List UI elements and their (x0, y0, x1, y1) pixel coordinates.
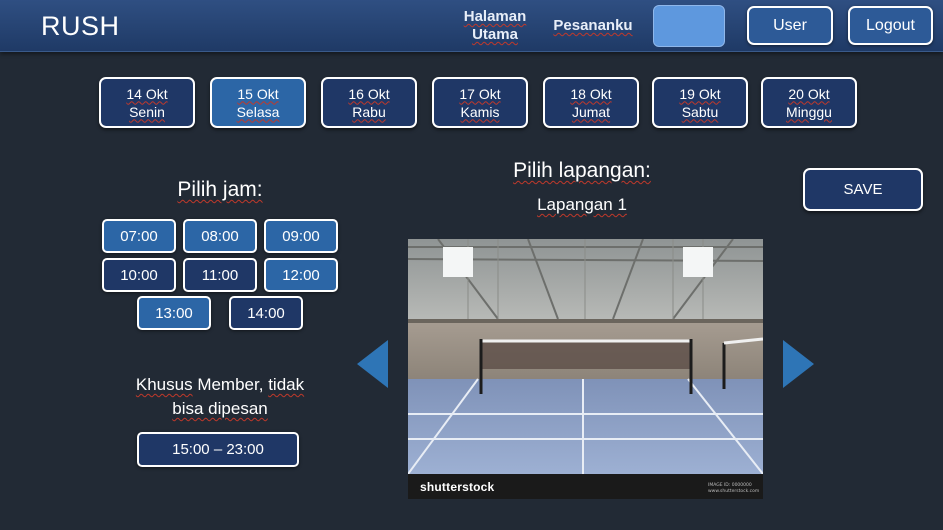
brand-logo[interactable]: RUSH (41, 11, 120, 42)
nav-link-home[interactable]: Halaman Utama (460, 8, 530, 44)
member-note-word-2: Member, (192, 375, 269, 394)
day-name: Sabtu (681, 103, 719, 120)
court-name-text: Lapangan 1 (537, 195, 627, 214)
day-button-rabu[interactable]: 16 Okt Rabu (321, 77, 417, 128)
time-section-title: Pilih jam: (150, 178, 290, 202)
time-slot-0700[interactable]: 07:00 (102, 219, 176, 253)
time-slot-1200[interactable]: 12:00 (264, 258, 338, 292)
member-note-line-2: bisa dipesan (172, 399, 268, 418)
time-slot-1100[interactable]: 11:00 (183, 258, 257, 292)
member-only-note: Khusus Member, tidak bisa dipesan (120, 373, 320, 421)
day-name: Senin (129, 103, 165, 120)
day-button-sabtu[interactable]: 19 Okt Sabtu (652, 77, 748, 128)
day-date: 20 Okt (788, 85, 830, 102)
day-date: 19 Okt (679, 85, 721, 102)
arrow-right-icon[interactable] (782, 340, 814, 388)
day-date: 15 Okt (237, 85, 279, 102)
member-time-slot[interactable]: 15:00 – 23:00 (137, 432, 299, 467)
day-button-minggu[interactable]: 20 Okt Minggu (761, 77, 857, 128)
day-date: 16 Okt (348, 85, 390, 102)
court-name: Lapangan 1 (520, 195, 644, 215)
arrow-left-icon[interactable] (357, 340, 389, 388)
nav-home-line2: Utama (472, 26, 518, 43)
day-name: Minggu (786, 103, 832, 120)
time-slot-1000[interactable]: 10:00 (102, 258, 176, 292)
day-button-jumat[interactable]: 18 Okt Jumat (543, 77, 639, 128)
court-section-title-text: Pilih lapangan: (513, 159, 651, 182)
time-slot-1300[interactable]: 13:00 (137, 296, 211, 330)
day-name: Selasa (236, 103, 280, 120)
day-name: Jumat (571, 103, 611, 120)
svg-text:www.shutterstock.com: www.shutterstock.com (708, 488, 759, 494)
time-section-title-text: Pilih jam: (177, 178, 263, 201)
time-slot-0800[interactable]: 08:00 (183, 219, 257, 253)
member-note-word-3: tidak (268, 375, 305, 394)
member-note-word-1: Khusus (135, 375, 193, 394)
day-button-selasa[interactable]: 15 Okt Selasa (210, 77, 306, 128)
nav-home-line1: Halaman (463, 8, 527, 25)
court-section-title: Pilih lapangan: (496, 159, 668, 183)
day-button-kamis[interactable]: 17 Okt Kamis (432, 77, 528, 128)
time-slot-1400[interactable]: 14:00 (229, 296, 303, 330)
image-watermark: shutterstock (420, 480, 495, 494)
day-date: 18 Okt (570, 85, 612, 102)
time-slot-0900[interactable]: 09:00 (264, 219, 338, 253)
day-date: 17 Okt (459, 85, 501, 102)
save-button[interactable]: SAVE (803, 168, 923, 211)
nav-link-orders[interactable]: Pesananku (548, 17, 638, 35)
day-button-senin[interactable]: 14 Okt Senin (99, 77, 195, 128)
user-button[interactable]: User (747, 6, 833, 45)
logout-button[interactable]: Logout (848, 6, 933, 45)
day-date: 14 Okt (126, 85, 168, 102)
top-nav-bar: RUSH Halaman Utama Pesananku User Logout (0, 0, 943, 52)
court-image: IMAGE ID: 0000000 www.shutterstock.com s… (408, 239, 763, 499)
day-name: Kamis (460, 103, 500, 120)
svg-text:IMAGE ID: 0000000: IMAGE ID: 0000000 (708, 482, 752, 488)
day-name: Rabu (352, 103, 386, 120)
search-box[interactable] (653, 5, 725, 47)
